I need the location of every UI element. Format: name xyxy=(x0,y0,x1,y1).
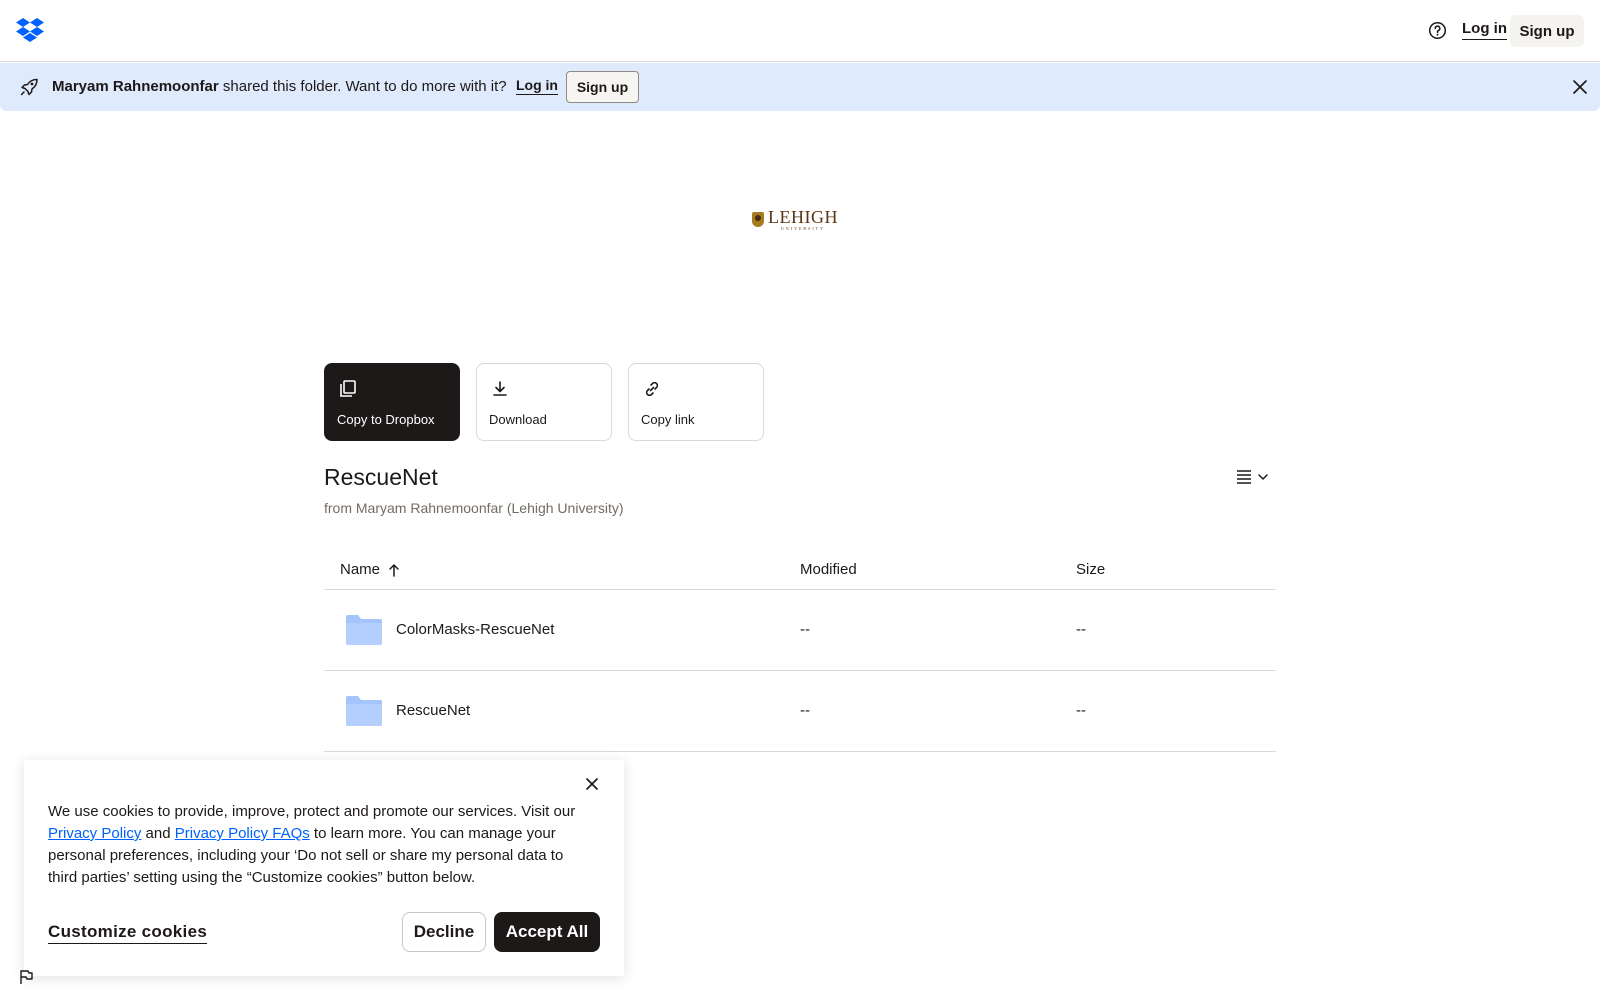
privacy-policy-link[interactable]: Privacy Policy xyxy=(48,825,141,842)
help-circle-icon[interactable] xyxy=(1428,21,1447,40)
column-name-label: Name xyxy=(340,561,381,578)
folder-title: RescueNet xyxy=(324,464,438,490)
file-size: -- xyxy=(1076,702,1086,719)
copy-to-dropbox-label: Copy to Dropbox xyxy=(337,412,435,427)
banner-close-button[interactable] xyxy=(1570,77,1590,97)
file-name[interactable]: ColorMasks-RescueNet xyxy=(396,621,554,638)
header-login-link[interactable]: Log in xyxy=(1462,20,1507,40)
cookie-close-button[interactable] xyxy=(582,774,602,794)
close-icon xyxy=(1573,80,1587,94)
list-view-icon xyxy=(1237,470,1268,484)
table-header: Name Modified Size xyxy=(324,552,1276,590)
lehigh-shield-icon xyxy=(752,211,764,227)
link-icon xyxy=(645,381,659,397)
download-label: Download xyxy=(489,412,547,427)
file-table: Name Modified Size ColorMasks-RescueNet … xyxy=(324,552,1276,752)
file-modified: -- xyxy=(800,621,810,638)
table-row[interactable]: RescueNet -- -- xyxy=(324,671,1276,752)
top-header: Log in Sign up xyxy=(0,0,1600,62)
rocket-icon xyxy=(20,78,38,96)
cookie-text-2: and xyxy=(141,825,175,842)
file-size: -- xyxy=(1076,621,1086,638)
table-row[interactable]: ColorMasks-RescueNet -- -- xyxy=(324,590,1276,671)
decline-button[interactable]: Decline xyxy=(402,912,486,952)
banner-message-text: shared this folder. Want to do more with… xyxy=(218,78,507,95)
banner-message: Maryam Rahnemoonfar shared this folder. … xyxy=(52,78,507,95)
customize-cookies-link[interactable]: Customize cookies xyxy=(48,922,208,944)
accept-all-button[interactable]: Accept All xyxy=(494,912,600,952)
folder-icon xyxy=(346,696,382,726)
download-icon xyxy=(493,381,507,396)
copy-icon xyxy=(340,380,356,397)
column-header-modified[interactable]: Modified xyxy=(800,561,857,578)
cookie-text-1: We use cookies to provide, improve, prot… xyxy=(48,803,576,820)
dropbox-logo-icon[interactable] xyxy=(16,17,44,43)
lehigh-university-logo: LEHIGH UNIVERSITY xyxy=(752,208,844,230)
report-flag-icon[interactable] xyxy=(18,969,34,985)
cookie-consent-dialog: We use cookies to provide, improve, prot… xyxy=(24,760,624,976)
column-header-size[interactable]: Size xyxy=(1076,561,1105,578)
close-icon xyxy=(586,778,598,790)
logo-sub: UNIVERSITY xyxy=(780,225,825,231)
logo-name: LEHIGH xyxy=(768,206,838,227)
file-modified: -- xyxy=(800,702,810,719)
copy-to-dropbox-button[interactable]: Copy to Dropbox xyxy=(324,363,460,441)
column-header-name[interactable]: Name xyxy=(340,561,400,578)
file-name[interactable]: RescueNet xyxy=(396,702,470,719)
copy-link-label: Copy link xyxy=(641,412,695,427)
sort-ascending-icon xyxy=(389,563,399,577)
copy-link-button[interactable]: Copy link xyxy=(628,363,764,441)
banner-owner: Maryam Rahnemoonfar xyxy=(52,78,219,95)
download-button[interactable]: Download xyxy=(476,363,612,441)
cookie-message: We use cookies to provide, improve, prot… xyxy=(48,801,588,889)
banner-signup-button[interactable]: Sign up xyxy=(566,71,639,103)
folder-owner-subtitle: from Maryam Rahnemoonfar (Lehigh Univers… xyxy=(324,500,624,516)
banner-login-link[interactable]: Log in xyxy=(516,77,558,95)
view-toggle-button[interactable] xyxy=(1234,466,1274,488)
shared-folder-banner: Maryam Rahnemoonfar shared this folder. … xyxy=(0,63,1600,111)
privacy-faqs-link[interactable]: Privacy Policy FAQs xyxy=(175,825,310,842)
header-signup-button[interactable]: Sign up xyxy=(1510,15,1584,47)
folder-icon xyxy=(346,615,382,645)
